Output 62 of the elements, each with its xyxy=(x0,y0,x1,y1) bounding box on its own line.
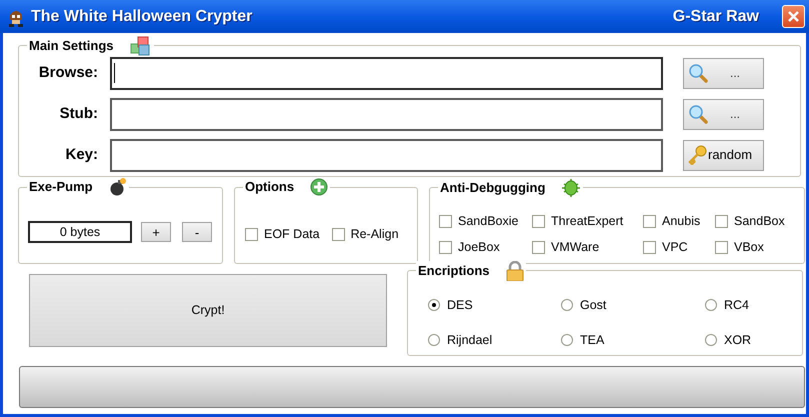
cubes-icon xyxy=(130,36,152,56)
close-icon xyxy=(787,10,800,23)
input-field[interactable] xyxy=(110,56,663,90)
group-title: Encriptions xyxy=(418,262,490,280)
input-field[interactable] xyxy=(110,98,663,130)
checkbox[interactable] xyxy=(332,228,345,241)
text-cursor xyxy=(114,63,115,83)
checkbox-label: ThreatExpert xyxy=(551,213,624,230)
checkbox-label: VMWare xyxy=(551,238,600,256)
field-label: Browse: xyxy=(38,62,98,83)
checkbox-label: SandBox xyxy=(734,213,785,230)
window-subtitle: G-Star Raw xyxy=(672,6,759,26)
radio-label: TEA xyxy=(580,332,604,349)
bug-icon xyxy=(561,178,582,198)
step-button[interactable]: - xyxy=(182,222,212,242)
checkbox-label: VBox xyxy=(734,238,764,256)
radio-button[interactable] xyxy=(428,299,440,312)
group-title: Options xyxy=(245,178,294,196)
search-icon xyxy=(688,63,708,83)
checkbox[interactable] xyxy=(245,228,258,241)
radio-button[interactable] xyxy=(561,334,573,346)
crypt-button[interactable]: Crypt! xyxy=(29,274,387,347)
key-icon xyxy=(688,145,708,165)
checkbox[interactable] xyxy=(715,214,728,228)
group-title: Main Settings xyxy=(29,37,114,55)
checkbox[interactable] xyxy=(643,240,656,254)
field-label: Stub: xyxy=(58,104,98,124)
browse-button[interactable]: ... xyxy=(683,98,764,130)
checkbox-label: VPC xyxy=(662,238,688,256)
radio-label: Rijndael xyxy=(447,332,492,349)
radio-button[interactable] xyxy=(428,334,440,346)
lock-icon xyxy=(506,261,524,281)
field-label: Key: xyxy=(64,144,98,165)
window-title: The White Halloween Crypter xyxy=(31,6,252,26)
input-field[interactable] xyxy=(110,138,663,172)
radio-button[interactable] xyxy=(561,299,573,312)
size-field[interactable]: 0 bytes xyxy=(28,221,132,243)
checkbox-label: Re-Align xyxy=(350,226,399,243)
step-button[interactable]: + xyxy=(141,222,171,242)
radio-label: XOR xyxy=(724,332,752,349)
radio-label: RC4 xyxy=(724,297,750,314)
checkbox[interactable] xyxy=(439,214,452,228)
group-title: Exe-Pump xyxy=(29,178,93,196)
checkbox[interactable] xyxy=(532,240,545,254)
checkbox-label: SandBoxie xyxy=(458,213,518,230)
checkbox[interactable] xyxy=(643,214,656,228)
radio-button[interactable] xyxy=(705,334,717,346)
radio-label: DES xyxy=(447,297,473,314)
checkbox[interactable] xyxy=(715,240,728,254)
checkbox[interactable] xyxy=(439,240,452,254)
checkbox-label: JoeBox xyxy=(458,238,500,256)
radio-label: Gost xyxy=(580,297,606,314)
checkbox-label: Anubis xyxy=(662,213,700,230)
random-button[interactable]: random xyxy=(683,140,764,170)
group-title: Anti-Debgugging xyxy=(440,179,546,197)
search-icon xyxy=(688,104,708,124)
checkbox-label: EOF Data xyxy=(264,226,320,243)
radio-button[interactable] xyxy=(705,299,717,312)
close-button[interactable] xyxy=(782,5,805,28)
browse-button[interactable]: ... xyxy=(683,58,764,88)
checkbox[interactable] xyxy=(532,214,545,228)
bomb-icon xyxy=(108,178,127,196)
